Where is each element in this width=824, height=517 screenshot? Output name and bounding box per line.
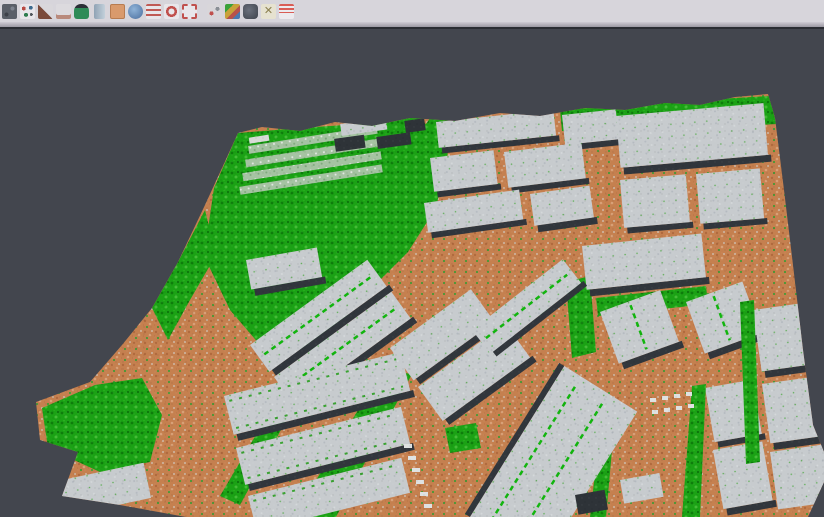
ground-tile-icon[interactable] bbox=[110, 4, 125, 19]
filter-grid-icon[interactable] bbox=[207, 4, 222, 19]
crop-brackets-icon[interactable] bbox=[182, 4, 197, 19]
ground-points-icon[interactable] bbox=[56, 4, 71, 19]
point-cloud-cube-icon[interactable] bbox=[2, 4, 17, 19]
terrain-mountain-icon[interactable] bbox=[38, 4, 53, 19]
viewport-top-border bbox=[0, 27, 824, 29]
viewport-3d[interactable] bbox=[0, 27, 824, 517]
globe-icon[interactable] bbox=[128, 4, 143, 19]
column-slice-icon[interactable] bbox=[94, 4, 105, 19]
point-cloud-canvas[interactable] bbox=[0, 27, 824, 517]
scatter-points-icon[interactable] bbox=[20, 4, 35, 19]
flag-lines-icon[interactable] bbox=[279, 4, 294, 19]
toolbar bbox=[0, 0, 824, 22]
circle-select-icon[interactable] bbox=[164, 4, 179, 19]
vegetation-hill-icon[interactable] bbox=[74, 4, 89, 19]
classified-map-icon[interactable] bbox=[225, 4, 240, 19]
list-bars-icon[interactable] bbox=[146, 4, 161, 19]
dark-sphere-icon[interactable] bbox=[243, 4, 258, 19]
delete-cross-icon[interactable] bbox=[261, 4, 276, 19]
